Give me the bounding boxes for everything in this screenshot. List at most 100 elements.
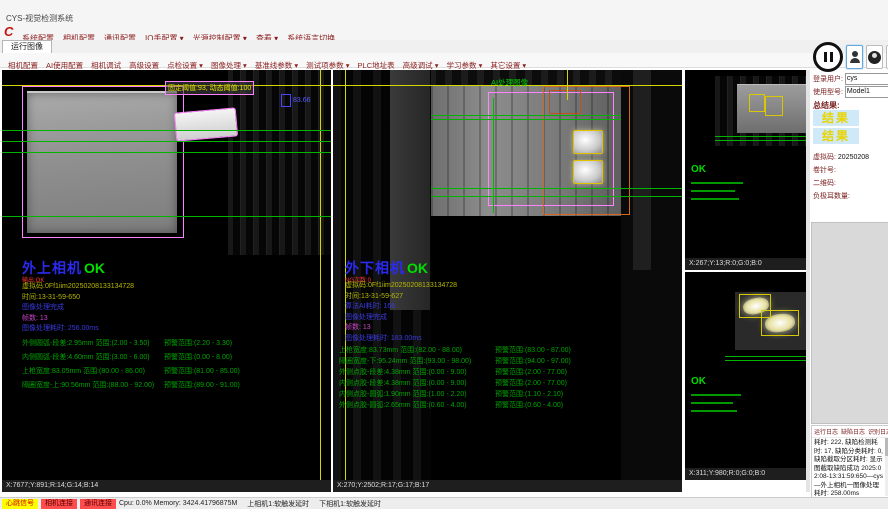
info-line: 图像处理耗时: 183.00ms [345, 334, 457, 345]
small-camera-view-2[interactable]: OK X:311;Y:980;R:0;G:0;B:0 [685, 272, 806, 480]
overlay-text-line [691, 190, 735, 192]
measurement-row: 隔圈宽度-下:95.24mm 范围:(93.00 - 98.00) 预警范围:(… [339, 356, 571, 367]
pixel-coords-bar: X:267;Y:13;R:0;G:0;B:0 [685, 258, 806, 270]
spare-panel [811, 222, 888, 424]
user-icon [852, 51, 858, 57]
measurement-value: 外侧点胶-圆弧:2.65mm 范围:(0.60 - 4.00) [339, 400, 495, 411]
overlay-text-line [691, 410, 737, 412]
result-ok-label: OK [84, 260, 105, 276]
measure-line [431, 188, 682, 189]
roi-box [749, 94, 765, 112]
result-ok-label: OK [407, 260, 428, 276]
overlay-text-line [691, 182, 743, 184]
measurement-value: 隔圈宽度-上:90.56mm 范围:(88.00 - 92.00) [22, 380, 164, 394]
overlay-text-line [691, 402, 733, 404]
small-camera-view-1[interactable]: OK X:267;Y:13;R:0;G:0;B:0 [685, 70, 806, 270]
field-row: 虚拟码: 20250208 [813, 152, 869, 165]
log-panel: 运行日志缺陷日志识别日志 耗时: 222, 缺陷检测耗时: 17, 缺陷分类耗时… [811, 425, 888, 499]
operator-button[interactable] [866, 45, 883, 69]
measure-tag-box [281, 94, 291, 107]
info-line: 帧数: 13 [22, 314, 134, 325]
tab-row: 运行图像 [0, 40, 888, 54]
camera1-status: 上相机1:软触发延时 [247, 499, 309, 509]
status-badges: 心跳信号相机连接通讯连接 [2, 499, 119, 509]
log-tab[interactable]: 缺陷日志 [841, 427, 865, 436]
threshold-label: 固定阈值:93, 动态阈值:100 [165, 81, 254, 95]
panel-splitter[interactable] [806, 70, 810, 492]
measure-line [431, 196, 682, 197]
log-tab[interactable]: 运行日志 [814, 427, 838, 436]
camera-view-upper-outer[interactable]: 固定阈值:93, 动态阈值:100 83.66 外上相机OK 输出:OK 虚拟码… [2, 70, 331, 492]
info-line: 图像处理耗时: 256.00ms [22, 324, 134, 335]
field-row: 负极耳数量: [813, 191, 869, 204]
fields-block: 虚拟码: 20250208 卷针号: 二维码: 负极耳数量: [813, 152, 869, 204]
control-button-row [813, 42, 888, 72]
measure-line [2, 141, 331, 142]
measurement-row: 上枪宽度:83.05mm 范围:(80.00 - 86.00) 预警范围:(81… [22, 366, 240, 380]
info-line: 虚拟码:0Ff1iim20250208133134728 [22, 282, 134, 293]
side-panel: 登录用户: cys 使用型号: Model1 总结果: 结果 结果 虚拟码: 2… [811, 40, 888, 497]
result-ok-label: OK [691, 376, 706, 387]
result-ok-label: OK [691, 164, 706, 175]
info-line: 时间:13-31-59-650 [22, 293, 134, 304]
measure-line [715, 140, 806, 141]
app-title: CYS-视觉检测系统 [6, 13, 73, 24]
measurement-row: 内侧点胶-圆弧:1.90mm 范围:(1.00 - 2.20) 预警范围:(1.… [339, 389, 571, 400]
log-tab[interactable]: 识别日志 [868, 427, 888, 436]
pixel-coords-bar: X:311;Y:980;R:0;G:0;B:0 [685, 468, 806, 480]
measurement-row: 上枪宽度:83.73mm 范围:(82.00 - 88.00) 预警范围:(83… [339, 345, 571, 356]
measurement-row: 内侧圆弧-段差:4.60mm 范围:(3.00 - 6.00) 预警范围:(0.… [22, 352, 240, 366]
warning-range: 预警范围:(1.10 - 2.10) [495, 389, 563, 400]
warning-range: 预警范围:(2.20 - 3.30) [164, 338, 232, 352]
cpu-memory-text: Cpu: 0.0% Memory: 3424.41796875M [119, 500, 237, 507]
status-badge: 通讯连接 [80, 499, 116, 509]
app-logo-icon: C [4, 24, 13, 39]
warning-range: 预警范围:(81.00 - 85.00) [164, 366, 240, 380]
model-input[interactable]: Model1 [845, 86, 888, 98]
measure-line [725, 356, 806, 357]
measurement-row: 隔圈宽度-上:90.56mm 范围:(88.00 - 92.00) 预警范围:(… [22, 380, 240, 394]
info-line: 图像处理完成 [345, 313, 457, 324]
overlay-text-line [691, 394, 741, 396]
app-window: CYS-视觉检测系统 C 系统配置相机配置通讯配置IO手配置 ▾光源控制配置 ▾… [0, 0, 888, 522]
measure-line [2, 130, 331, 131]
roi-box [765, 96, 783, 116]
measure-line [2, 216, 331, 217]
info-line: 算法AI耗时: 166 [345, 302, 457, 313]
model-row: 使用型号: Model1 [813, 86, 888, 98]
measurement-row: 内侧点胶-段差:4.38mm 范围:(0.00 - 9.00) 预警范围:(2.… [339, 378, 571, 389]
login-user-input[interactable]: cys [845, 73, 888, 85]
result-block-1: 结果 [813, 110, 859, 126]
roi-box [761, 310, 799, 336]
reference-line-vertical [320, 70, 321, 480]
log-text: 耗时: 222, 缺陷检测耗时: 17, 缺陷分类耗时: 0, 缺陷截取分区耗时… [812, 438, 888, 499]
info-block: 虚拟码:0Ff1iim20250208133134728时间:13-31-59-… [22, 282, 134, 335]
pixel-coords-bar: X:7677;Y:891;R:14;G:14;B:14 [2, 480, 331, 492]
login-user-button[interactable] [846, 45, 863, 69]
info-line: 图像处理完成 [22, 303, 134, 314]
ai-image-label: AI处理图像 [491, 77, 528, 88]
machine-column [633, 70, 651, 270]
info-block: 虚拟码:0Ff1iim20250208133134728时间:13-31-59-… [345, 281, 457, 344]
field-row: 卷针号: [813, 165, 869, 178]
warning-range: 预警范围:(2.00 - 77.00) [495, 378, 567, 389]
pixel-coords-bar: X:270;Y:2502;R:17;G:17;B:17 [333, 480, 682, 492]
warning-range: 预警范围:(94.00 - 97.00) [495, 356, 571, 367]
measurement-value: 上枪宽度:83.73mm 范围:(82.00 - 88.00) [339, 345, 495, 356]
warning-range: 预警范围:(0.00 - 8.00) [164, 352, 232, 366]
log-tabs: 运行日志缺陷日志识别日志 [812, 426, 888, 438]
status-bar: 心跳信号相机连接通讯连接 Cpu: 0.0% Memory: 3424.4179… [0, 497, 888, 509]
roi-box-small [549, 90, 581, 114]
measure-line [431, 115, 621, 116]
overlay-text-line [691, 198, 739, 200]
info-line: 时间:13-31-59-627 [345, 292, 457, 303]
measure-line [715, 136, 806, 137]
tab-run-image[interactable]: 运行图像 [2, 40, 52, 53]
camera2-status: 下相机1:软触发延时 [319, 499, 381, 509]
measurement-value: 外侧点胶-段差:4.38mm 范围:(0.00 - 9.00) [339, 367, 495, 378]
measurement-value: 内侧点胶-圆弧:1.90mm 范围:(1.00 - 2.20) [339, 389, 495, 400]
pause-button[interactable] [813, 42, 843, 72]
measurement-value: 外侧圆弧-段差:2.95mm 范围:(2.00 - 3.50) [22, 338, 164, 352]
camera-view-lower-outer[interactable]: AI处理图像 外下相机OK NG次数:0 虚拟码:0Ff1iim20250208… [333, 70, 682, 492]
measure-line-vertical [493, 98, 494, 213]
